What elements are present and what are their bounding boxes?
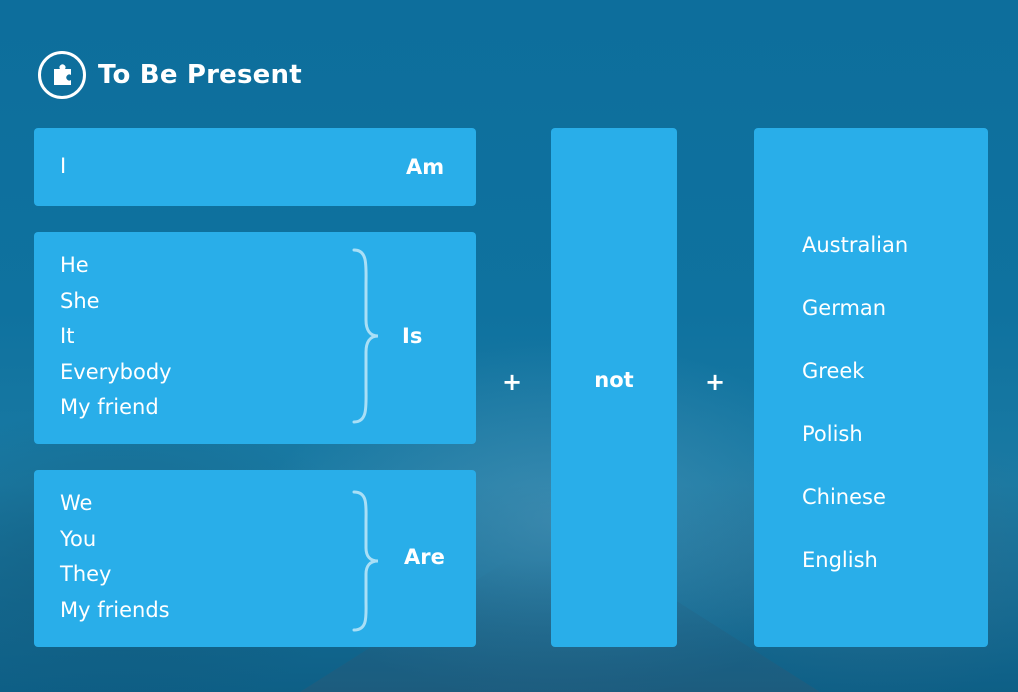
subject-item: They	[60, 562, 112, 586]
subject-i: I	[60, 154, 67, 178]
subject-list-are: We You They My friends	[60, 486, 170, 628]
nationality-item: Polish	[802, 422, 863, 446]
plus-sign-left: +	[502, 368, 523, 396]
nationality-item: English	[802, 548, 878, 572]
row-is: He She It Everybody My friend Is	[34, 232, 476, 444]
nationality-item: Australian	[802, 233, 909, 257]
subject-list-is: He She It Everybody My friend	[60, 248, 172, 426]
verb-are: Are	[404, 545, 445, 569]
row-are: We You They My friends Are	[34, 470, 476, 647]
puzzle-icon	[38, 51, 86, 99]
subject-item: Everybody	[60, 359, 172, 384]
nationality-item: Greek	[802, 359, 865, 383]
subject-item: My friend	[60, 395, 159, 419]
verb-am: Am	[406, 155, 445, 179]
curly-brace-icon	[352, 248, 379, 424]
subject-item: We	[60, 491, 93, 515]
nationality-item: Chinese	[802, 485, 886, 509]
plus-sign-right: +	[705, 368, 726, 396]
header: To Be Present	[38, 48, 302, 102]
subject-item: It	[60, 324, 75, 348]
page-title: To Be Present	[98, 60, 302, 90]
negation-label: not	[594, 368, 634, 392]
nationalities-box: Australian German Greek Polish Chinese E…	[754, 128, 988, 647]
verb-is: Is	[402, 324, 423, 348]
subject-item: My friends	[60, 597, 170, 622]
nationality-item: German	[802, 296, 887, 320]
negation-box: not	[551, 128, 677, 647]
subject-item: She	[60, 288, 100, 313]
subject-item: He	[60, 253, 89, 277]
row-am: I Am	[34, 128, 476, 206]
subject-item: You	[60, 526, 97, 551]
curly-brace-icon	[352, 490, 379, 632]
nationality-list: Australian German Greek Polish Chinese E…	[802, 214, 908, 592]
